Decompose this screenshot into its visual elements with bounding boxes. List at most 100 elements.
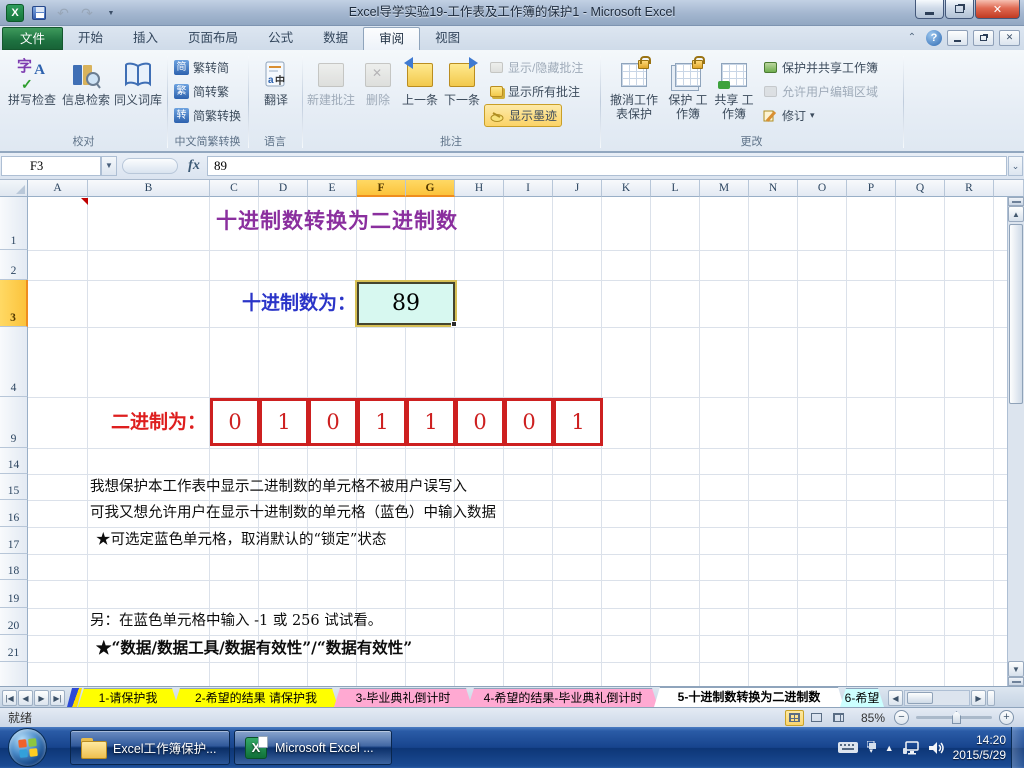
sheet-tab-clipped[interactable]: 6-希望 — [840, 688, 884, 707]
binary-cell[interactable]: 1 — [259, 398, 309, 446]
close-button[interactable]: ✕ — [975, 0, 1020, 19]
column-header[interactable]: B — [88, 180, 210, 197]
cell-decimal-value-selected[interactable]: 89 — [355, 280, 457, 327]
column-header[interactable]: N — [749, 180, 798, 197]
column-header[interactable]: E — [308, 180, 357, 197]
collapse-ribbon-button[interactable]: ⌃ — [903, 29, 921, 46]
previous-sheet-button[interactable]: ◀ — [18, 690, 33, 706]
doc-restore-button[interactable] — [973, 29, 994, 46]
excel-logo-icon[interactable]: X — [6, 4, 24, 22]
tab-home[interactable]: 开始 — [63, 27, 118, 50]
show-all-comments-button[interactable]: 显示所有批注 — [484, 80, 584, 103]
zoom-level[interactable]: 85% — [861, 711, 885, 725]
share-workbook-button[interactable]: 共享 工作簿 — [712, 52, 756, 130]
zoom-out-button[interactable]: − — [894, 710, 909, 725]
scroll-down-button[interactable]: ▼ — [1008, 661, 1024, 677]
first-sheet-button[interactable]: |◀ — [2, 690, 17, 706]
column-header-selected[interactable]: F — [357, 180, 406, 197]
cell-note-row15[interactable]: 我想保护本工作表中显示二进制数的单元格不被用户误写入 — [90, 474, 467, 500]
row-header[interactable]: 4 — [0, 327, 28, 397]
protect-share-workbook-button[interactable]: 保护并共享工作簿 — [758, 56, 882, 79]
minimize-button[interactable] — [915, 0, 944, 19]
taskbar-app-excel[interactable]: X Microsoft Excel ... — [234, 730, 392, 765]
taskbar-app-folder[interactable]: Excel工作簿保护... — [70, 730, 230, 765]
vertical-scrollbar[interactable]: ▲ ▼ — [1007, 197, 1024, 686]
binary-cell[interactable]: 1 — [406, 398, 456, 446]
split-handle[interactable] — [1008, 197, 1024, 206]
simplified-to-traditional-button[interactable]: 繁简转繁 — [170, 80, 233, 103]
column-header[interactable]: C — [210, 180, 259, 197]
column-header[interactable]: A — [28, 180, 88, 197]
next-sheet-button[interactable]: ▶ — [34, 690, 49, 706]
binary-cell[interactable]: 0 — [504, 398, 554, 446]
next-comment-button[interactable]: 下一条 — [442, 52, 482, 130]
name-box[interactable]: F3 — [1, 156, 101, 176]
name-box-dropdown[interactable]: ▼ — [101, 156, 117, 176]
insert-function-button[interactable]: fx — [183, 156, 205, 176]
split-handle[interactable] — [1008, 677, 1024, 686]
row-header[interactable]: 21 — [0, 635, 28, 662]
language-bar-icon[interactable]: ▾ — [866, 740, 876, 755]
thesaurus-button[interactable]: 同义词库 — [112, 52, 164, 130]
translate-button[interactable]: a中 翻译 — [254, 52, 298, 130]
sheet-tab[interactable]: 2-希望的结果 请保护我 — [174, 688, 338, 707]
row-header[interactable]: 16 — [0, 500, 28, 527]
column-header[interactable]: L — [651, 180, 700, 197]
tab-insert[interactable]: 插入 — [118, 27, 173, 50]
scroll-up-button[interactable]: ▲ — [1008, 206, 1024, 222]
sheet-tab[interactable]: 3-毕业典礼倒计时 — [334, 688, 472, 707]
save-button[interactable] — [30, 4, 48, 22]
column-header[interactable]: P — [847, 180, 896, 197]
zoom-slider-thumb[interactable] — [952, 711, 961, 724]
tab-formulas[interactable]: 公式 — [253, 27, 308, 50]
volume-icon[interactable] — [928, 741, 944, 755]
unprotect-sheet-button[interactable]: 撤消工作 表保护 — [604, 52, 664, 130]
fill-handle[interactable] — [451, 321, 457, 327]
row-header[interactable]: 19 — [0, 580, 28, 608]
column-header[interactable]: D — [259, 180, 308, 197]
tab-view[interactable]: 视图 — [420, 27, 475, 50]
column-header[interactable]: H — [455, 180, 504, 197]
column-header[interactable]: M — [700, 180, 749, 197]
scrollbar-track[interactable] — [1008, 222, 1024, 661]
cell-binary-label[interactable]: 二进制为： — [88, 397, 206, 448]
cell-note-row21[interactable]: ★“数据/数据工具/数据有效性”/“数据有效性” — [96, 635, 412, 661]
row-header-selected[interactable]: 3 — [0, 280, 28, 327]
doc-minimize-button[interactable] — [947, 29, 968, 46]
sheet-tab-active[interactable]: 5-十进制数转换为二进制数 — [654, 687, 844, 707]
traditional-to-simplified-button[interactable]: 简繁转简 — [170, 56, 233, 79]
cell-note-row20[interactable]: 另：在蓝色单元格中输入 -1 或 256 试试看。 — [90, 608, 382, 634]
sheet-tab[interactable]: 1-请保护我 — [78, 688, 178, 707]
column-header[interactable]: R — [945, 180, 994, 197]
show-desktop-button[interactable] — [1011, 727, 1024, 768]
select-all-button[interactable] — [0, 180, 28, 197]
column-header[interactable]: Q — [896, 180, 945, 197]
scrollbar-track[interactable] — [904, 690, 970, 706]
column-header-selected[interactable]: G — [406, 180, 455, 197]
help-button[interactable]: ? — [926, 29, 942, 46]
chinese-convert-button[interactable]: 转简繁转换 — [170, 104, 245, 127]
cell-note-row17[interactable]: ★可选定蓝色单元格，取消默认的“锁定”状态 — [96, 527, 386, 553]
page-break-view-button[interactable] — [829, 710, 848, 726]
worksheet-grid[interactable]: 1 2 3 4 9 14 15 16 17 18 19 20 21 十进制数转换… — [0, 197, 1024, 686]
tab-file[interactable]: 文件 — [2, 27, 64, 50]
expand-formula-bar-button[interactable]: ⌄ — [1008, 156, 1023, 176]
doc-close-button[interactable]: ✕ — [999, 29, 1020, 46]
track-changes-button[interactable]: 修订 ▾ — [758, 104, 819, 127]
spelling-button[interactable]: 字 A ✓ 拼写检查 — [6, 52, 58, 130]
network-icon[interactable] — [902, 740, 920, 755]
sheet-tab[interactable]: 4-希望的结果-毕业典礼倒计时 — [468, 688, 658, 707]
row-header[interactable]: 1 — [0, 197, 28, 250]
binary-cell[interactable]: 0 — [455, 398, 505, 446]
zoom-in-button[interactable]: + — [999, 710, 1014, 725]
row-header[interactable]: 14 — [0, 448, 28, 474]
hidden-icons-button[interactable]: ▲ — [885, 743, 894, 753]
zoom-slider[interactable] — [916, 711, 992, 724]
restore-button[interactable] — [945, 0, 974, 19]
binary-cell[interactable]: 1 — [553, 398, 603, 446]
binary-cell[interactable]: 1 — [357, 398, 407, 446]
formula-input[interactable]: 89 — [207, 156, 1007, 176]
keyboard-icon[interactable] — [837, 741, 858, 754]
row-header[interactable]: 15 — [0, 474, 28, 500]
row-header-partial[interactable] — [0, 662, 28, 686]
